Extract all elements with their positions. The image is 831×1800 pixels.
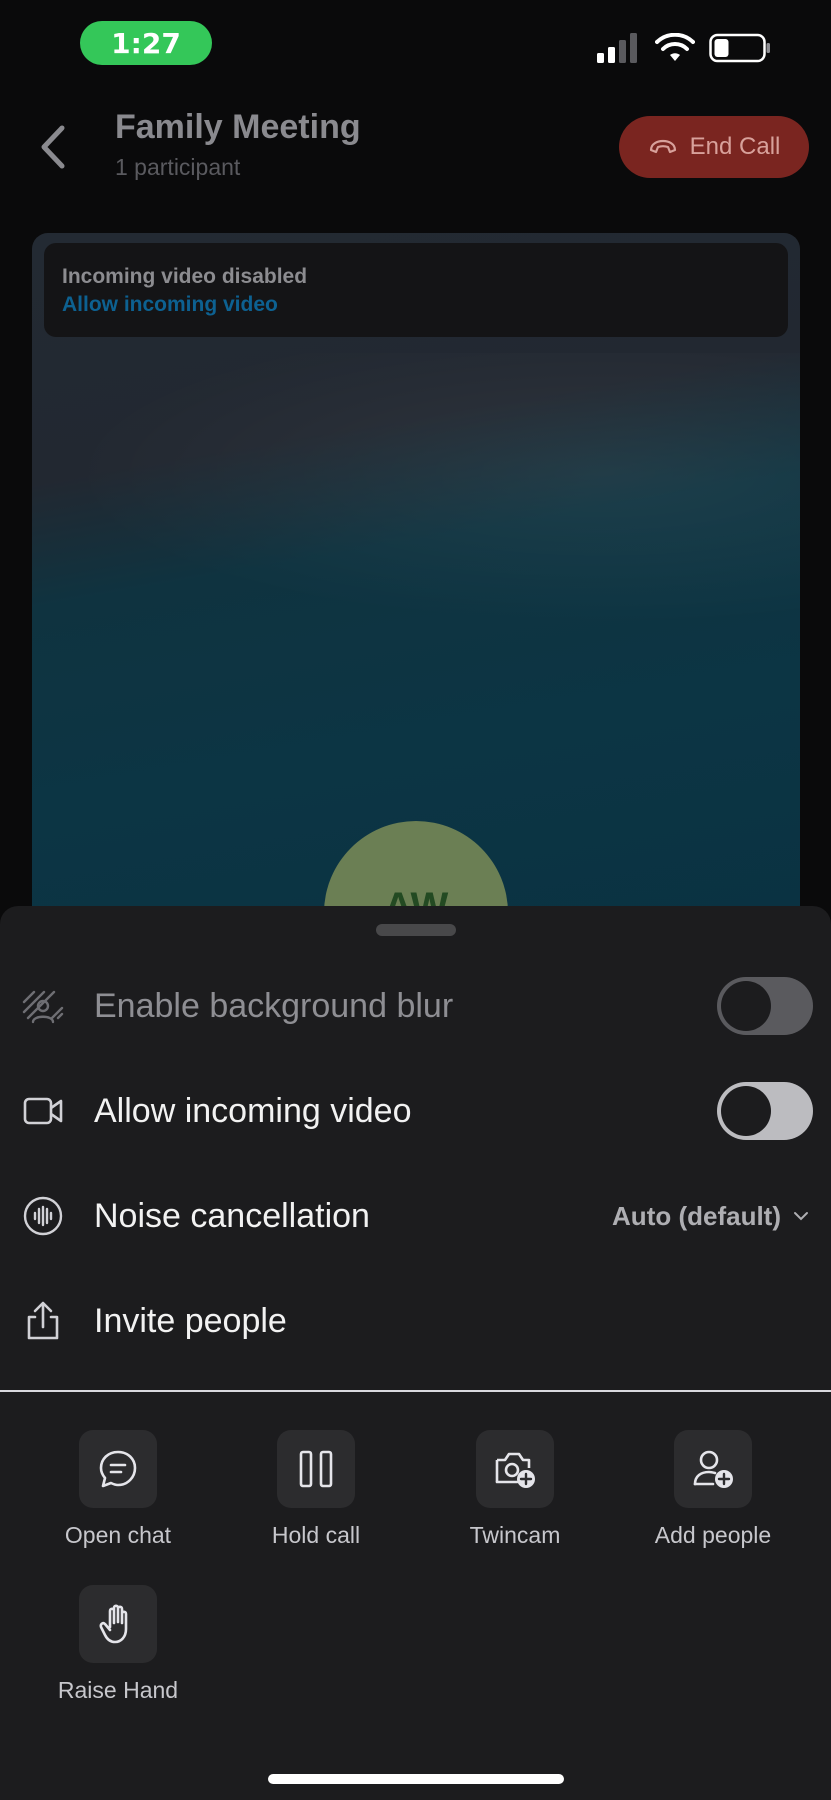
setting-label: Allow incoming video (94, 1091, 412, 1130)
setting-label: Invite people (94, 1301, 287, 1340)
action-label: Hold call (271, 1522, 361, 1548)
setting-background-blur: Enable background blur (0, 956, 831, 1056)
share-icon (22, 1300, 64, 1342)
hold-call-button[interactable]: Hold call (216, 1430, 416, 1549)
chat-bubble-icon (99, 1450, 137, 1488)
pause-icon (299, 1450, 333, 1488)
participant-count: 1 participant (115, 154, 241, 180)
dropdown-value: Auto (default) (612, 1200, 781, 1231)
allow-incoming-video-link[interactable]: Allow incoming video (62, 293, 278, 317)
setting-allow-incoming-video: Allow incoming video (0, 1061, 831, 1161)
toggle-knob (721, 981, 771, 1031)
call-options-sheet: Enable background blur Allow incoming vi… (0, 906, 831, 1800)
camera-plus-icon (495, 1452, 535, 1488)
action-label: Twincam (469, 1522, 561, 1548)
video-tile: Incoming video disabled Allow incoming v… (32, 233, 800, 933)
status-icons (597, 30, 771, 70)
action-icon-box (277, 1430, 355, 1508)
background-blur-toggle[interactable] (717, 977, 813, 1035)
person-add-icon (693, 1450, 733, 1488)
allow-incoming-video-toggle[interactable] (717, 1082, 813, 1140)
incoming-video-notice: Incoming video disabled Allow incoming v… (44, 243, 788, 337)
waveform-icon (22, 1195, 64, 1237)
sheet-divider (0, 1390, 831, 1392)
status-time: 1:27 (80, 21, 212, 65)
notice-title: Incoming video disabled (62, 265, 308, 288)
end-call-button[interactable]: End Call (619, 116, 809, 178)
setting-invite-people[interactable]: Invite people (0, 1271, 831, 1371)
action-icon-box (79, 1585, 157, 1663)
open-chat-button[interactable]: Open chat (18, 1430, 218, 1549)
video-background (32, 353, 800, 653)
blur-icon (22, 985, 64, 1027)
wifi-icon (655, 32, 695, 68)
setting-label: Noise cancellation (94, 1196, 370, 1235)
hand-icon (99, 1604, 128, 1644)
action-icon-box (476, 1430, 554, 1508)
home-indicator[interactable] (268, 1774, 564, 1784)
chevron-left-icon (41, 125, 65, 169)
noise-cancellation-dropdown[interactable]: Auto (default) (612, 1201, 809, 1232)
cellular-signal-icon (597, 32, 641, 68)
twincam-button[interactable]: Twincam (415, 1430, 615, 1549)
toggle-knob (721, 1086, 771, 1136)
raise-hand-button[interactable]: Raise Hand (18, 1585, 218, 1704)
action-icon-box (79, 1430, 157, 1508)
action-label: Open chat (64, 1522, 172, 1548)
action-label: Add people (654, 1522, 772, 1548)
call-header: Family Meeting 1 participant End Call (0, 90, 831, 220)
end-call-label: End Call (689, 133, 781, 160)
call-title: Family Meeting (115, 108, 361, 146)
action-icon-box (674, 1430, 752, 1508)
add-people-button[interactable]: Add people (613, 1430, 813, 1549)
status-bar: 1:27 (0, 0, 831, 90)
sheet-drag-handle[interactable] (376, 924, 456, 936)
video-camera-icon (22, 1090, 64, 1132)
back-button[interactable] (36, 122, 72, 172)
setting-noise-cancellation[interactable]: Noise cancellation Auto (default) (0, 1166, 831, 1266)
battery-icon (709, 33, 771, 68)
hang-up-icon (649, 139, 676, 154)
setting-label: Enable background blur (94, 986, 454, 1025)
action-label: Raise Hand (57, 1677, 179, 1703)
chevron-down-icon (794, 1212, 808, 1221)
